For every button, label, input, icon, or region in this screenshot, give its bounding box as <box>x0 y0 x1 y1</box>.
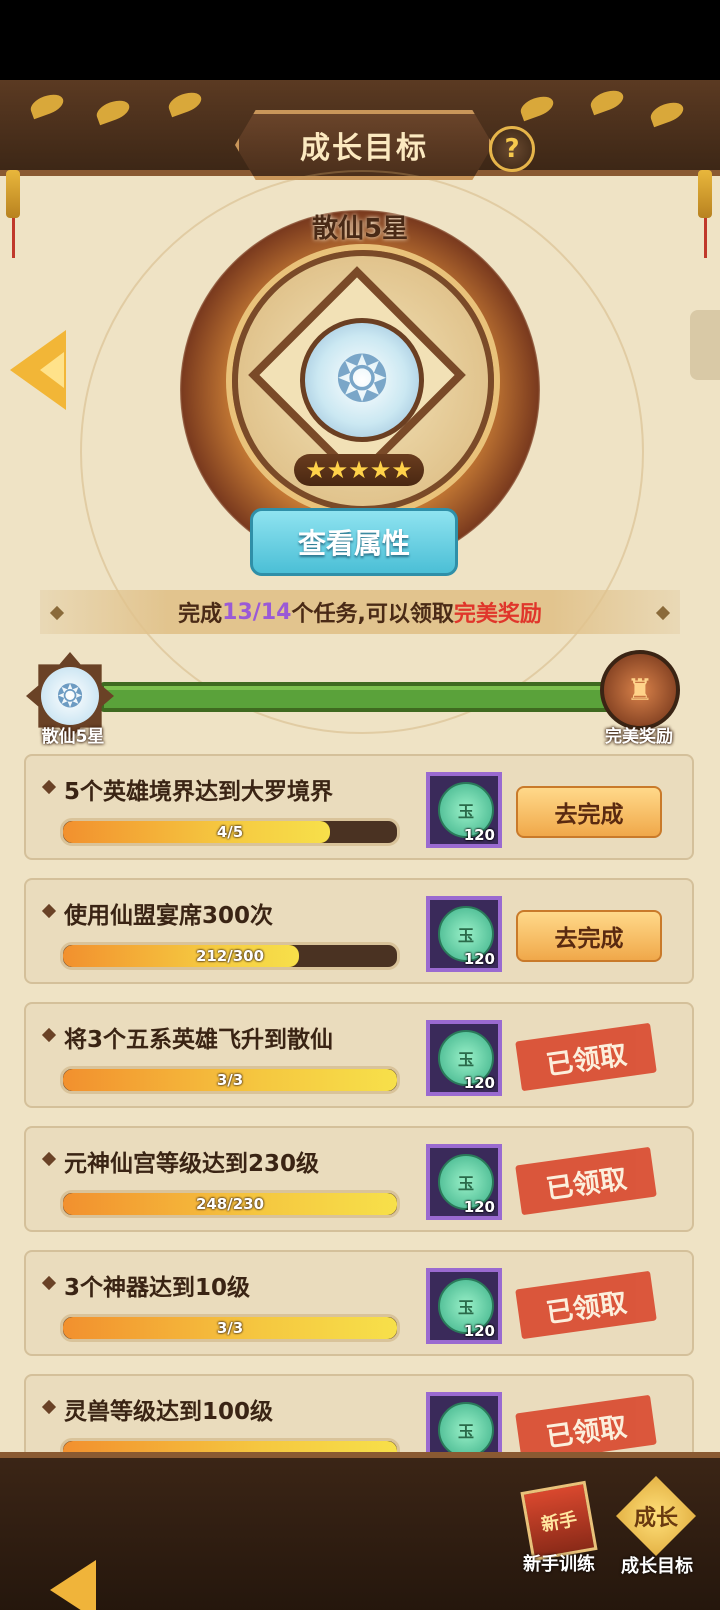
reward-slot[interactable]: 玉 120 <box>426 1020 502 1096</box>
side-tab-handle[interactable] <box>690 310 720 380</box>
task-name: 5个英雄境界达到大罗境界 <box>64 779 334 805</box>
bullet-diamond-icon <box>41 1027 57 1043</box>
nav-beginner-training[interactable]: 新手 新手训练 <box>514 1478 598 1578</box>
nav-growth-label: 成长目标 <box>621 1556 693 1577</box>
task-card: 元神仙宫等级达到230级 248/230 玉 120 已领取 <box>24 1126 694 1232</box>
claimed-stamp: 已领取 <box>515 1022 657 1092</box>
task-progress-bar: 212/300 <box>60 942 400 970</box>
bullet-diamond-icon <box>41 1399 57 1415</box>
claimed-stamp: 已领取 <box>515 1146 657 1216</box>
task-progress-text: 212/300 <box>195 947 265 965</box>
reward-slot[interactable]: 玉 120 <box>426 772 502 848</box>
go-complete-button[interactable]: 去完成 <box>516 910 662 962</box>
banner-mid: 个任务,可以领取 <box>291 602 454 627</box>
reward-amount: 120 <box>463 950 495 968</box>
growth-emblem-icon: 成长 <box>616 1476 696 1556</box>
bullet-diamond-icon <box>41 903 57 919</box>
task-card: 5个英雄境界达到大罗境界 4/5 玉 120 去完成 <box>24 754 694 860</box>
back-arrow-icon[interactable] <box>50 1560 96 1610</box>
task-progress-text: 4/5 <box>216 823 244 841</box>
task-name: 灵兽等级达到100级 <box>64 1399 274 1425</box>
rank-stars: ★★★★★ <box>294 454 424 486</box>
page-title: 成长目标 <box>300 131 428 166</box>
view-attributes-button[interactable]: 查看属性 <box>250 508 458 576</box>
overall-progress-bar <box>100 682 616 712</box>
task-progress-bar: 248/230 <box>60 1190 400 1218</box>
task-card: 使用仙盟宴席300次 212/300 玉 120 去完成 <box>24 878 694 984</box>
reward-slot[interactable]: 玉 120 <box>426 896 502 972</box>
ginkgo-leaf-icon <box>647 98 687 128</box>
task-progress-text: 248/230 <box>195 1195 265 1213</box>
reward-amount: 120 <box>463 1074 495 1092</box>
task-progress-bar: 4/5 <box>60 818 400 846</box>
ginkgo-leaf-icon <box>27 90 67 120</box>
cloud-swirl-icon: ❂ <box>41 667 99 725</box>
nav-growth-goal[interactable]: 成长 成长目标 <box>608 1472 704 1582</box>
task-card: 将3个五系英雄飞升到散仙 3/3 玉 120 已领取 <box>24 1002 694 1108</box>
claimed-stamp: 已领取 <box>515 1270 657 1340</box>
task-progress-bar: 3/3 <box>60 1066 400 1094</box>
banner-total-count: 14 <box>260 599 292 625</box>
bullet-diamond-icon <box>41 1151 57 1167</box>
help-button[interactable]: ? <box>489 126 535 172</box>
reward-amount: 120 <box>463 1322 495 1340</box>
bullet-diamond-icon <box>41 1275 57 1291</box>
ginkgo-leaf-icon <box>165 88 205 118</box>
task-name: 将3个五系英雄飞升到散仙 <box>64 1027 334 1053</box>
banner-diamond-icon <box>49 605 65 621</box>
reward-slot[interactable]: 玉 120 <box>426 1268 502 1344</box>
cloud-swirl-icon: ❂ <box>335 343 389 417</box>
banner-reward: 完美奖励 <box>453 602 542 627</box>
banner-prefix: 完成 <box>178 602 223 627</box>
banner-done-count: 13 <box>222 599 253 625</box>
go-complete-button[interactable]: 去完成 <box>516 786 662 838</box>
growth-goal-screen: 成长目标 ? 散仙5星 ❂ ★★★★★ 查看属性 完成 13/14 个任务,可以领取… <box>0 80 720 1610</box>
reward-amount: 120 <box>463 1198 495 1216</box>
ginkgo-leaf-icon <box>93 96 133 126</box>
ginkgo-leaf-icon <box>517 92 557 122</box>
ginkgo-leaf-icon <box>587 86 627 116</box>
current-rank-label: 散仙5星 <box>41 727 105 747</box>
banner-sep: / <box>252 599 261 625</box>
nav-training-label: 新手训练 <box>523 1554 595 1575</box>
reward-slot[interactable]: 玉 120 <box>426 1144 502 1220</box>
bullet-diamond-icon <box>41 779 57 795</box>
task-name: 元神仙宫等级达到230级 <box>64 1151 320 1177</box>
task-summary-banner: 完成 13/14 个任务,可以领取 完美奖励 <box>40 590 680 634</box>
banner-diamond-icon <box>655 605 671 621</box>
task-progress-text: 3/3 <box>216 1071 244 1089</box>
prev-rank-arrow-inner <box>40 352 64 388</box>
task-progress-bar: 3/3 <box>60 1314 400 1342</box>
task-progress-text: 3/3 <box>216 1319 244 1337</box>
treasure-chest-icon[interactable]: ♜ <box>600 650 680 730</box>
task-card: 3个神器达到10级 3/3 玉 120 已领取 <box>24 1250 694 1356</box>
final-reward-label: 完美奖励 <box>605 727 673 747</box>
jade-coin-icon: 玉 <box>438 1402 494 1458</box>
rank-name: 散仙5星 <box>311 214 409 244</box>
task-name: 使用仙盟宴席300次 <box>64 903 274 929</box>
reward-amount: 120 <box>463 826 495 844</box>
task-name: 3个神器达到10级 <box>64 1275 251 1301</box>
